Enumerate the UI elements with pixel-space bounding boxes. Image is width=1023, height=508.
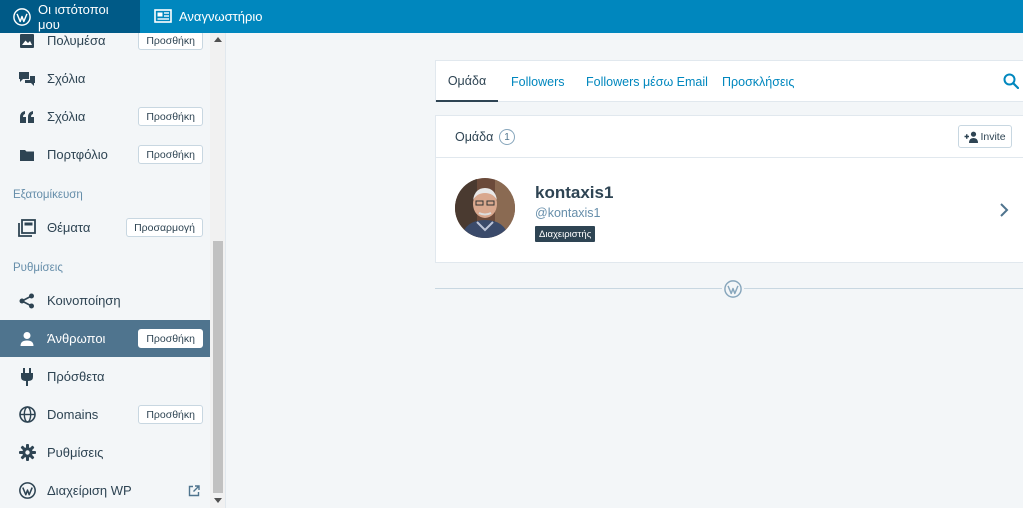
- sidebar-item-label: Διαχείριση WP: [47, 483, 132, 498]
- tab-followers[interactable]: Followers: [511, 61, 565, 102]
- add-portfolio-button[interactable]: Προσθήκη: [138, 145, 203, 164]
- sidebar-item-label: Domains: [47, 407, 99, 422]
- add-domain-button[interactable]: Προσθήκη: [138, 405, 203, 424]
- chevron-right-icon[interactable]: [998, 202, 1010, 218]
- wordpress-icon: [722, 278, 744, 300]
- team-member-row[interactable]: kontaxis1 @kontaxis1 Διαχειριστής: [436, 158, 1023, 262]
- masterbar: Οι ιστότοποι μου Αναγνωστήριο: [0, 0, 1023, 33]
- themes-icon: [18, 218, 36, 237]
- sidebar-item-label: Σχόλια: [47, 109, 86, 124]
- tab-team[interactable]: Ομάδα: [436, 61, 498, 102]
- add-person-icon: [964, 131, 979, 143]
- reader-button[interactable]: Αναγνωστήριο: [140, 0, 275, 33]
- sidebar-item-label: Κοινοποίηση: [47, 293, 121, 308]
- my-sites-button[interactable]: Οι ιστότοποι μου: [0, 0, 140, 33]
- folder-icon: [18, 146, 36, 164]
- reader-label: Αναγνωστήριο: [179, 9, 263, 24]
- my-sites-label: Οι ιστότοποι μου: [38, 1, 109, 32]
- scroll-down-arrow[interactable]: [214, 498, 222, 503]
- wordpress-icon: [18, 482, 36, 500]
- gear-icon: [18, 444, 36, 462]
- tab-invites[interactable]: Προσκλήσεις: [722, 61, 794, 102]
- team-card: Ομάδα 1 Invite kontaxis1 @kontaxis1 Διαχ…: [435, 115, 1023, 263]
- sidebar-item-label: Πρόσθετα: [47, 369, 105, 384]
- member-handle: @kontaxis1: [535, 206, 601, 220]
- sidebar-item-themes[interactable]: Θέματα Προσαρμογή: [0, 209, 210, 246]
- heading-settings: Ρυθμίσεις: [13, 262, 63, 274]
- external-link-icon: [188, 484, 200, 497]
- sidebar-item-label: Σχόλια: [47, 71, 86, 86]
- sidebar-item-label: Άνθρωποι: [47, 331, 106, 346]
- team-count-badge: 1: [499, 129, 515, 145]
- team-card-header: Ομάδα 1 Invite: [436, 116, 1023, 158]
- sidebar-item-settings[interactable]: Ρυθμίσεις: [0, 434, 210, 471]
- reader-icon: [154, 8, 172, 26]
- avatar: [455, 178, 515, 238]
- sidebar-scrollbar[interactable]: [210, 33, 225, 508]
- team-title: Ομάδα: [455, 130, 494, 144]
- wordpress-icon: [13, 7, 31, 26]
- sidebar-item-label: Πορτφόλιο: [47, 147, 108, 162]
- globe-icon: [18, 406, 36, 424]
- sidebar-item-label: Ρυθμίσεις: [47, 445, 104, 460]
- sidebar-item-testimonials[interactable]: Σχόλια Προσθήκη: [0, 98, 210, 135]
- sidebar-item-comments[interactable]: Σχόλια: [0, 60, 210, 97]
- heading-personalize: Εξατομίκευση: [13, 189, 83, 201]
- sidebar-item-wp-admin[interactable]: Διαχείριση WP: [0, 472, 210, 508]
- sidebar-item-plugins[interactable]: Πρόσθετα: [0, 358, 210, 395]
- sidebar: Πολυμέσα Προσθήκη Σχόλια Σχόλια Προσθήκη…: [0, 33, 226, 508]
- comments-icon: [18, 70, 36, 88]
- scroll-thumb[interactable]: [213, 241, 223, 493]
- add-media-button[interactable]: Προσθήκη: [138, 33, 203, 50]
- sidebar-item-sharing[interactable]: Κοινοποίηση: [0, 282, 210, 319]
- invite-button[interactable]: Invite: [958, 125, 1012, 148]
- people-section-nav: Ομάδα Followers Followers μέσω Email Προ…: [435, 60, 1023, 102]
- sidebar-item-people[interactable]: Άνθρωποι Προσθήκη: [0, 320, 210, 357]
- scroll-up-arrow[interactable]: [214, 37, 222, 42]
- person-icon: [18, 330, 36, 348]
- quote-icon: [18, 108, 36, 126]
- sidebar-item-portfolio[interactable]: Πορτφόλιο Προσθήκη: [0, 136, 210, 173]
- add-testimonial-button[interactable]: Προσθήκη: [138, 107, 203, 126]
- customize-button[interactable]: Προσαρμογή: [126, 218, 203, 237]
- media-icon: [18, 33, 36, 50]
- sidebar-item-label: Θέματα: [47, 220, 91, 235]
- role-badge: Διαχειριστής: [535, 226, 596, 242]
- sidebar-item-media[interactable]: Πολυμέσα Προσθήκη: [0, 33, 210, 59]
- sidebar-item-label: Πολυμέσα: [47, 33, 106, 48]
- invite-label: Invite: [980, 130, 1006, 143]
- tab-email-followers[interactable]: Followers μέσω Email: [586, 61, 708, 102]
- search-icon[interactable]: [1003, 73, 1020, 90]
- sidebar-item-domains[interactable]: Domains Προσθήκη: [0, 396, 210, 433]
- share-icon: [18, 292, 36, 310]
- member-name: kontaxis1: [535, 183, 614, 202]
- plugin-icon: [18, 367, 36, 386]
- add-people-button[interactable]: Προσθήκη: [138, 329, 203, 348]
